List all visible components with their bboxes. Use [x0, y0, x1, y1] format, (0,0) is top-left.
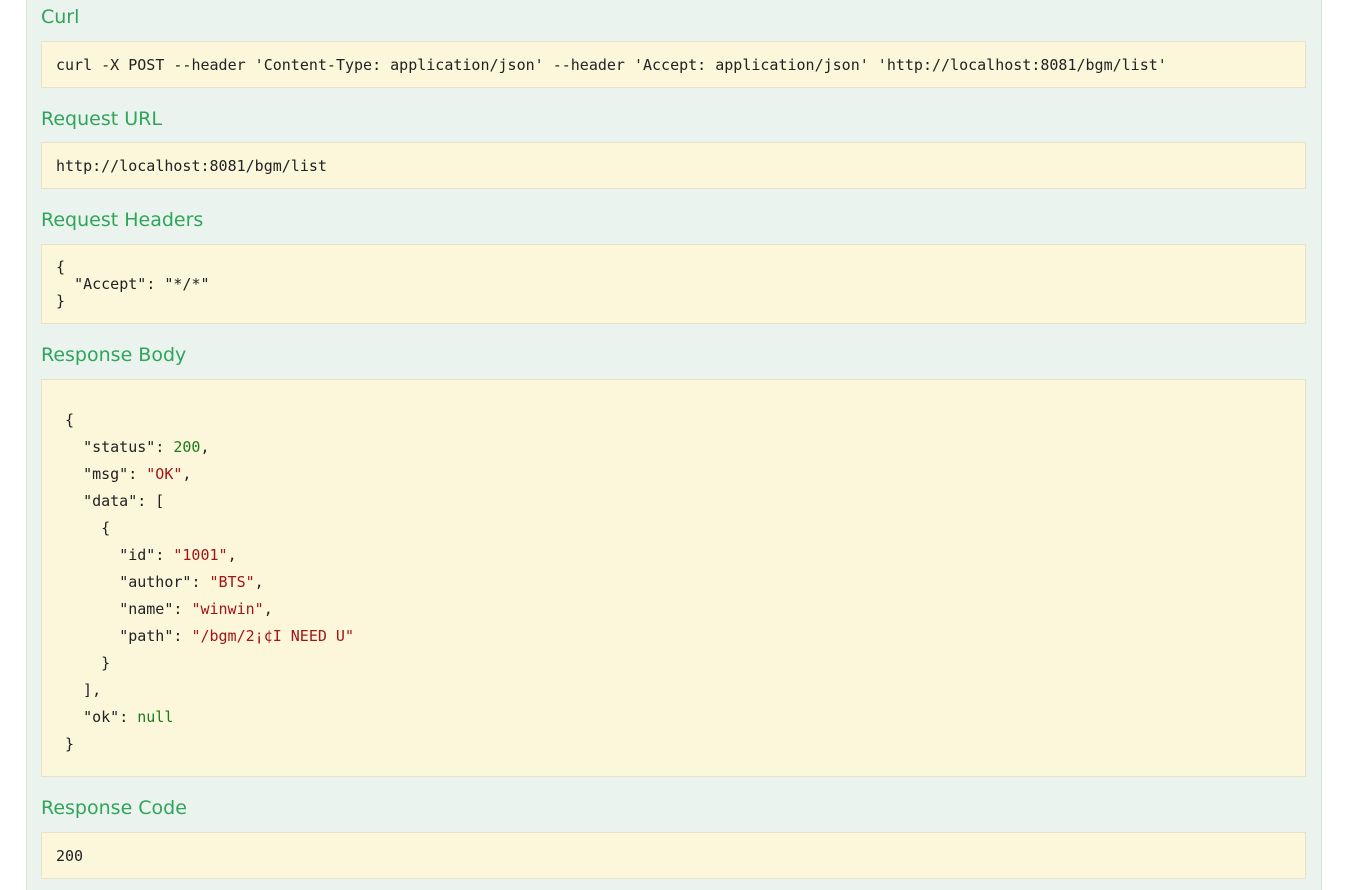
- status-value: 200: [173, 438, 201, 456]
- msg-value: "OK": [146, 465, 183, 483]
- json-open-brace: {: [65, 411, 75, 429]
- ok-key: "ok": [83, 708, 120, 726]
- name-value: "winwin": [191, 600, 264, 618]
- id-key: "id": [119, 546, 156, 564]
- json-id-line: "id": "1001",: [119, 546, 237, 564]
- json-ok-line: "ok": null: [83, 708, 174, 726]
- headers-close-brace: }: [56, 292, 66, 310]
- response-code-block[interactable]: 200: [41, 832, 1306, 879]
- accept-key: "Accept": [74, 275, 147, 293]
- response-panel: Curl curl -X POST --header 'Content-Type…: [26, 0, 1322, 890]
- curl-command-block[interactable]: curl -X POST --header 'Content-Type: app…: [41, 41, 1306, 88]
- data-key: "data": [83, 492, 138, 510]
- headers-accept-line: "Accept": "*/*": [74, 275, 210, 293]
- json-status-line: "status": 200,: [83, 438, 210, 456]
- curl-heading: Curl: [41, 6, 80, 28]
- response-body-block[interactable]: { "status": 200, "msg": "OK", "data": [ …: [41, 379, 1306, 777]
- request-headers-block[interactable]: { "Accept": "*/*"}: [41, 244, 1306, 324]
- author-key: "author": [119, 573, 192, 591]
- json-item-open: {: [65, 519, 111, 537]
- id-value: "1001": [173, 546, 228, 564]
- json-data-line: "data": [: [83, 492, 165, 510]
- request-headers-heading: Request Headers: [41, 209, 204, 231]
- status-key: "status": [83, 438, 156, 456]
- json-msg-line: "msg": "OK",: [83, 465, 192, 483]
- path-value: "/bgm/2¡¢I NEED U": [191, 627, 354, 645]
- msg-key: "msg": [83, 465, 129, 483]
- accept-value: "*/*": [164, 275, 210, 293]
- ok-value: null: [137, 708, 174, 726]
- path-key: "path": [119, 627, 174, 645]
- author-value: "BTS": [209, 573, 255, 591]
- request-url-heading: Request URL: [41, 108, 162, 130]
- name-key: "name": [119, 600, 174, 618]
- response-code-heading: Response Code: [41, 797, 187, 819]
- json-close-brace: }: [65, 735, 75, 753]
- headers-open-brace: {: [56, 258, 66, 276]
- json-name-line: "name": "winwin",: [119, 600, 273, 618]
- json-array-close: ],: [65, 681, 102, 699]
- response-body-heading: Response Body: [41, 344, 187, 366]
- json-path-line: "path": "/bgm/2¡¢I NEED U": [119, 627, 354, 645]
- json-item-close: }: [65, 654, 111, 672]
- request-url-block[interactable]: http://localhost:8081/bgm/list: [41, 142, 1306, 189]
- json-author-line: "author": "BTS",: [119, 573, 264, 591]
